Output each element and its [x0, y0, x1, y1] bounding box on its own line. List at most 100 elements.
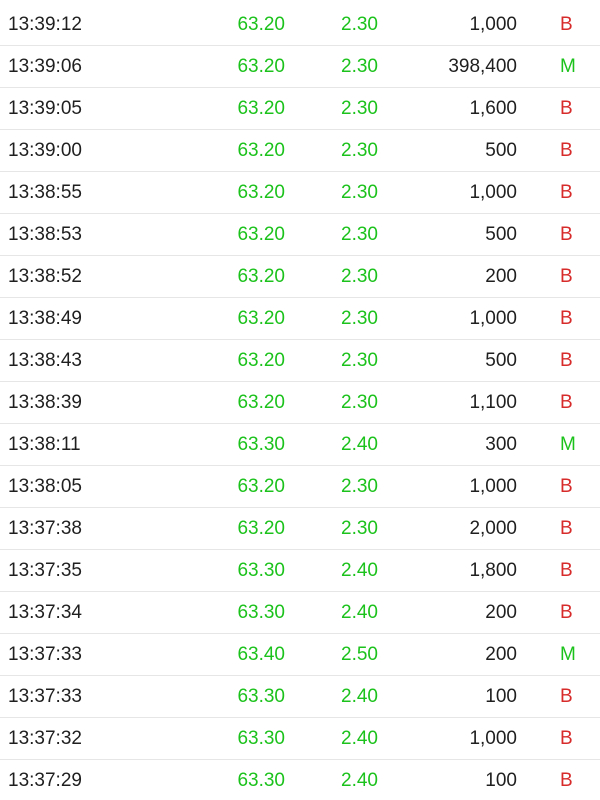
- trade-side-indicator: B: [560, 350, 573, 371]
- trade-volume: 200: [485, 644, 517, 665]
- trade-price: 63.20: [237, 182, 285, 203]
- trade-volume: 1,000: [469, 308, 517, 329]
- trade-side-indicator: M: [560, 434, 576, 455]
- trade-time: 13:39:12: [8, 14, 82, 35]
- trade-time: 13:37:33: [8, 644, 82, 665]
- trade-time: 13:38:53: [8, 224, 82, 245]
- trade-price: 63.20: [237, 56, 285, 77]
- trade-change: 2.30: [341, 350, 378, 371]
- trade-change: 2.30: [341, 308, 378, 329]
- trade-side-indicator: M: [560, 56, 576, 77]
- trade-change: 2.30: [341, 392, 378, 413]
- trade-row[interactable]: 13:38:39 63.20 2.30 1,100 B: [0, 382, 600, 424]
- trade-row[interactable]: 13:39:12 63.20 2.30 1,000 B: [0, 4, 600, 46]
- trade-row[interactable]: 13:37:38 63.20 2.30 2,000 B: [0, 508, 600, 550]
- trade-row[interactable]: 13:37:32 63.30 2.40 1,000 B: [0, 718, 600, 760]
- trade-price: 63.20: [237, 98, 285, 119]
- trade-volume: 2,000: [469, 518, 517, 539]
- trade-row[interactable]: 13:39:06 63.20 2.30 398,400 M: [0, 46, 600, 88]
- trade-side-indicator: M: [560, 644, 576, 665]
- trade-row[interactable]: 13:37:33 63.40 2.50 200 M: [0, 634, 600, 676]
- trade-volume: 100: [485, 770, 517, 791]
- trade-change: 2.30: [341, 182, 378, 203]
- trade-row[interactable]: 13:37:34 63.30 2.40 200 B: [0, 592, 600, 634]
- trade-side-indicator: B: [560, 98, 573, 119]
- trade-change: 2.30: [341, 266, 378, 287]
- trade-change: 2.40: [341, 728, 378, 749]
- trade-side-indicator: B: [560, 602, 573, 623]
- trade-row[interactable]: 13:37:29 63.30 2.40 100 B: [0, 760, 600, 800]
- trade-change: 2.30: [341, 98, 378, 119]
- trade-time: 13:37:33: [8, 686, 82, 707]
- trade-price: 63.30: [237, 560, 285, 581]
- trade-change: 2.30: [341, 476, 378, 497]
- trade-volume: 200: [485, 602, 517, 623]
- trade-time: 13:38:43: [8, 350, 82, 371]
- trade-time: 13:39:05: [8, 98, 82, 119]
- trade-volume: 398,400: [448, 56, 517, 77]
- trade-time: 13:38:11: [8, 434, 81, 455]
- trade-change: 2.30: [341, 140, 378, 161]
- trade-time: 13:37:34: [8, 602, 82, 623]
- trade-time: 13:38:52: [8, 266, 82, 287]
- trade-time: 13:39:06: [8, 56, 82, 77]
- trade-time: 13:37:38: [8, 518, 82, 539]
- trade-row[interactable]: 13:37:33 63.30 2.40 100 B: [0, 676, 600, 718]
- trade-side-indicator: B: [560, 560, 573, 581]
- trade-volume: 1,000: [469, 728, 517, 749]
- trade-volume: 1,000: [469, 182, 517, 203]
- trade-volume: 500: [485, 350, 517, 371]
- trade-change: 2.30: [341, 224, 378, 245]
- trade-time: 13:38:05: [8, 476, 82, 497]
- trade-side-indicator: B: [560, 140, 573, 161]
- trade-row[interactable]: 13:37:35 63.30 2.40 1,800 B: [0, 550, 600, 592]
- trade-change: 2.30: [341, 56, 378, 77]
- trade-volume: 100: [485, 686, 517, 707]
- trade-volume: 1,600: [469, 98, 517, 119]
- trade-time: 13:37:35: [8, 560, 82, 581]
- trade-volume: 200: [485, 266, 517, 287]
- trade-volume: 1,800: [469, 560, 517, 581]
- trade-row[interactable]: 13:38:52 63.20 2.30 200 B: [0, 256, 600, 298]
- trade-price: 63.20: [237, 476, 285, 497]
- trade-time: 13:38:39: [8, 392, 82, 413]
- trade-side-indicator: B: [560, 266, 573, 287]
- trade-price: 63.30: [237, 728, 285, 749]
- trade-side-indicator: B: [560, 224, 573, 245]
- trade-row[interactable]: 13:38:05 63.20 2.30 1,000 B: [0, 466, 600, 508]
- trade-change: 2.40: [341, 770, 378, 791]
- trade-volume: 1,000: [469, 14, 517, 35]
- trade-row[interactable]: 13:38:43 63.20 2.30 500 B: [0, 340, 600, 382]
- trade-change: 2.40: [341, 686, 378, 707]
- trade-side-indicator: B: [560, 14, 573, 35]
- trade-row[interactable]: 13:38:11 63.30 2.40 300 M: [0, 424, 600, 466]
- trade-change: 2.40: [341, 602, 378, 623]
- trade-side-indicator: B: [560, 518, 573, 539]
- trade-time: 13:39:00: [8, 140, 82, 161]
- trade-volume: 1,000: [469, 476, 517, 497]
- trade-row[interactable]: 13:38:49 63.20 2.30 1,000 B: [0, 298, 600, 340]
- trade-side-indicator: B: [560, 182, 573, 203]
- trade-price: 63.20: [237, 308, 285, 329]
- trade-time: 13:37:32: [8, 728, 82, 749]
- trade-volume: 500: [485, 140, 517, 161]
- trade-change: 2.40: [341, 560, 378, 581]
- trade-tick-list[interactable]: 13:39:12 63.20 2.30 1,000 B 13:39:06 63.20 2.30…: [0, 0, 600, 800]
- trade-change: 2.50: [341, 644, 378, 665]
- trade-price: 63.40: [237, 644, 285, 665]
- trade-price: 63.20: [237, 350, 285, 371]
- trade-price: 63.20: [237, 140, 285, 161]
- trade-change: 2.30: [341, 518, 378, 539]
- trade-row[interactable]: 13:38:55 63.20 2.30 1,000 B: [0, 172, 600, 214]
- trade-price: 63.20: [237, 14, 285, 35]
- trade-row[interactable]: 13:39:05 63.20 2.30 1,600 B: [0, 88, 600, 130]
- trade-change: 2.40: [341, 434, 378, 455]
- trade-side-indicator: B: [560, 476, 573, 497]
- trade-price: 63.20: [237, 518, 285, 539]
- trade-time: 13:38:55: [8, 182, 82, 203]
- trade-row[interactable]: 13:38:53 63.20 2.30 500 B: [0, 214, 600, 256]
- trade-price: 63.30: [237, 602, 285, 623]
- trade-row[interactable]: 13:39:00 63.20 2.30 500 B: [0, 130, 600, 172]
- trade-side-indicator: B: [560, 308, 573, 329]
- trade-price: 63.20: [237, 392, 285, 413]
